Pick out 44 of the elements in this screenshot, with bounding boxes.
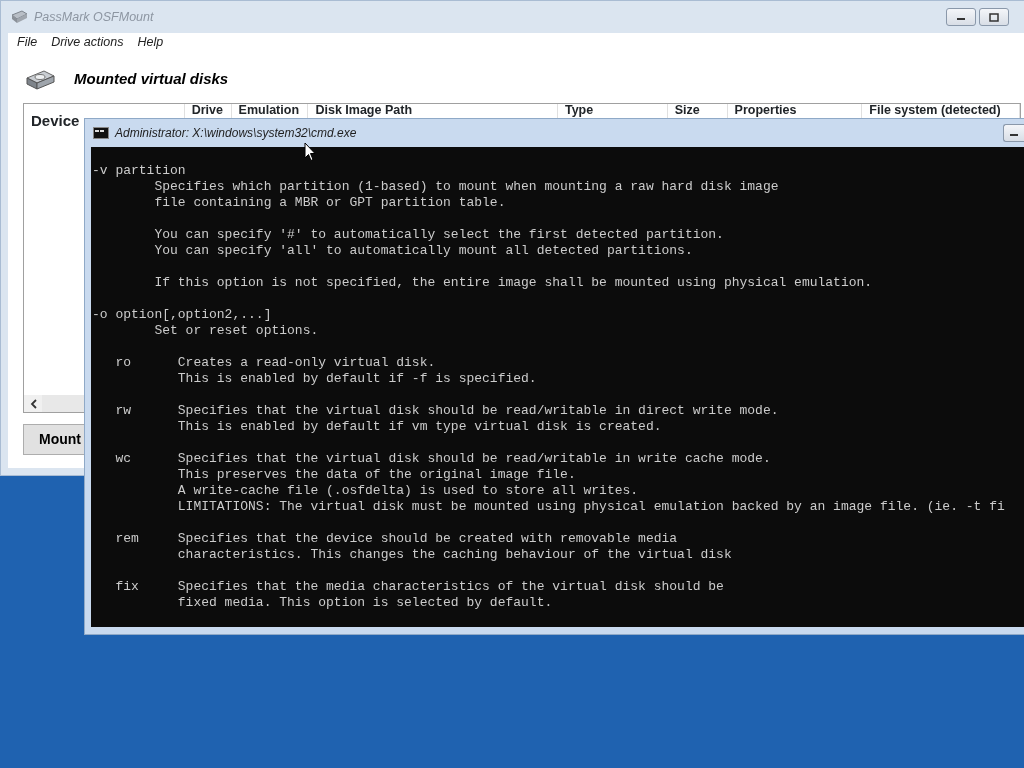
console-line: Set or reset options.: [153, 323, 319, 339]
console-line: This is enabled by default if -f is specified.: [176, 371, 537, 387]
disk-drive-icon: [24, 68, 56, 91]
section-heading: Mounted virtual disks: [74, 69, 229, 90]
console-line: This preserves the data of the original image file.: [176, 467, 576, 483]
column-header[interactable]: File system (detected): [869, 104, 1001, 117]
maximize-button[interactable]: [979, 8, 1009, 26]
scroll-left-icon[interactable]: [29, 398, 37, 409]
minimize-button[interactable]: [946, 8, 976, 26]
column-header[interactable]: Type: [564, 104, 594, 117]
console-line: fix Specifies that the media characteristics of the virtual disk should be: [114, 579, 724, 595]
menu-item[interactable]: Drive actions: [51, 32, 124, 52]
column-header[interactable]: Emulation: [238, 104, 299, 117]
console-line: characteristics. This changes the caching behaviour of the virtual disk: [176, 547, 732, 563]
menu-item[interactable]: File: [17, 32, 38, 52]
console-line: rem Specifies that the device should be created with removable media: [114, 531, 678, 547]
menu-item[interactable]: Help: [137, 32, 164, 52]
maximize-icon: [989, 12, 999, 22]
console-line: You can specify 'all' to automatically mount all detected partitions.: [153, 243, 693, 259]
column-header[interactable]: Properties: [734, 104, 797, 117]
window-title: PassMark OSFMount: [34, 8, 154, 26]
console-line: wc Specifies that the virtual disk should be read/writable in write cache mode.: [114, 451, 771, 467]
console-line: rw Specifies that the virtual disk should be read/writable in direct write mode.: [114, 403, 779, 419]
horizontal-scrollbar[interactable]: [24, 395, 84, 412]
column-header[interactable]: Drive: [191, 104, 223, 117]
column-header[interactable]: Disk Image Path: [315, 104, 413, 117]
column-header[interactable]: Device: [31, 112, 80, 130]
console-line: fixed media. This option is selected by default.: [176, 595, 553, 611]
minimize-button[interactable]: [1003, 124, 1024, 142]
console-line: Specifies which partition (1-based) to mount when mounting a raw hard disk image: [153, 179, 779, 195]
console-line: file containing a MBR or GPT partition table.: [153, 195, 506, 211]
console-icon: [93, 127, 109, 139]
console-line: -o option[,option2,...]: [92, 307, 272, 323]
console-line: A write-cache file (.osfdelta) is used to store all writes.: [176, 483, 639, 499]
console-line: ro Creates a read-only virtual disk.: [114, 355, 436, 371]
console-line: You can specify '#' to automatically select the first detected partition.: [153, 227, 724, 243]
console-line: -v partition: [92, 163, 186, 179]
column-header[interactable]: Size: [674, 104, 700, 117]
console-line: LIMITATIONS: The virtual disk must be mounted using physical emulation backed by an image file. (ie. -t fi: [176, 499, 1005, 515]
window-title: Administrator: X:\windows\system32\cmd.exe: [115, 125, 357, 142]
console-line: This is enabled by default if vm type virtual disk is created.: [176, 419, 662, 435]
mount-button[interactable]: Mount: [23, 424, 84, 455]
console-line: If this option is not specified, the entire image shall be mounted using physical emulation.: [153, 275, 873, 291]
app-icon: [10, 10, 28, 24]
